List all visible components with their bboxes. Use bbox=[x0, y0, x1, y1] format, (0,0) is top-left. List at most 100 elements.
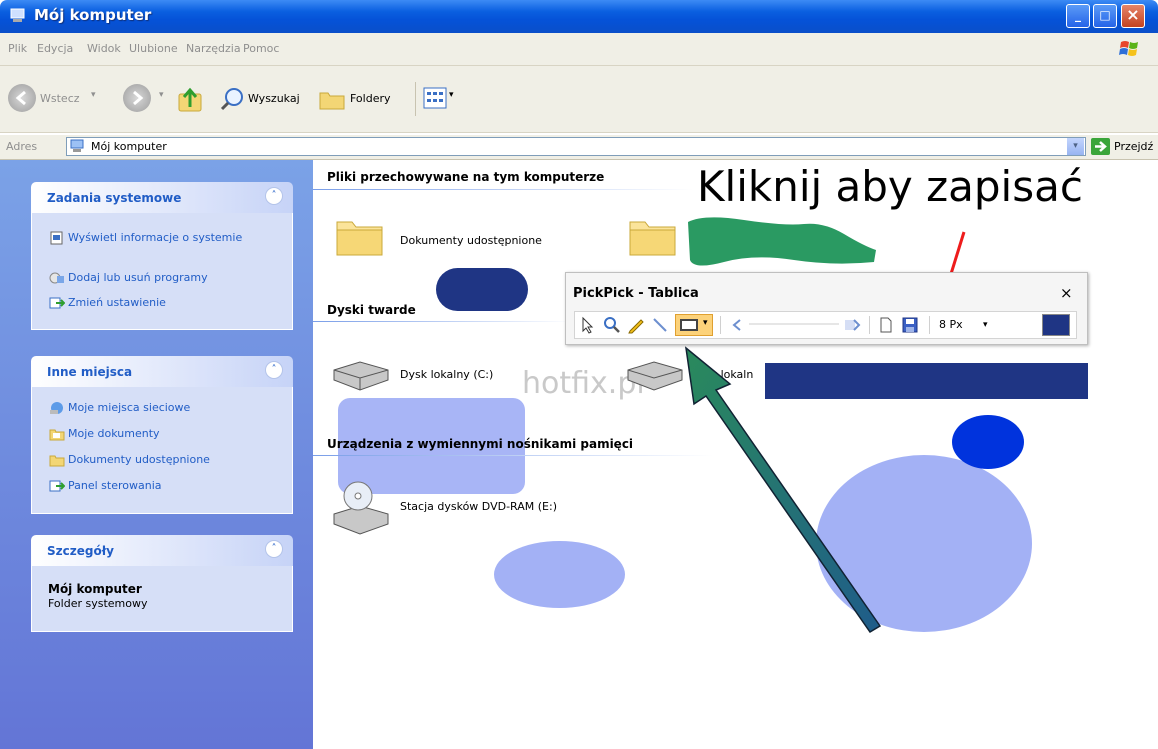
collapse-chevron-icon[interactable]: ˄ bbox=[265, 361, 283, 379]
opacity-slider[interactable] bbox=[749, 323, 839, 325]
system-tasks-body: Wyświetl informacje o systemie Dodaj lub… bbox=[31, 213, 293, 330]
dropdown-icon: ▾ bbox=[983, 320, 988, 330]
pickpick-title: PickPick - Tablica bbox=[573, 286, 699, 301]
collapse-chevron-icon[interactable]: ˄ bbox=[265, 540, 283, 558]
close-button[interactable]: × bbox=[1121, 4, 1145, 28]
system-tasks-header[interactable]: Zadania systemowe ˄ bbox=[31, 182, 293, 213]
address-bar: Adres Mój komputer ▾ Przejdź bbox=[0, 135, 1158, 160]
task-change-setting[interactable]: Zmień ustawienie bbox=[49, 296, 166, 309]
control-panel-icon bbox=[49, 297, 65, 309]
views-icon[interactable] bbox=[423, 86, 447, 110]
color-swatch[interactable] bbox=[1042, 314, 1070, 336]
rectangle-tool-selected[interactable]: ▾ bbox=[675, 314, 713, 336]
group-header-removable: Urządzenia z wymiennymi nośnikami pamięc… bbox=[327, 437, 634, 451]
up-folder-icon[interactable] bbox=[176, 86, 206, 114]
title-bar: Mój komputer _ □ × bbox=[0, 0, 1158, 33]
place-shared-documents[interactable]: Dokumenty udostępnione bbox=[49, 453, 210, 467]
annotation-blue-ellipse bbox=[952, 415, 1024, 469]
toolbar-separator bbox=[415, 82, 416, 116]
details-body: Mój komputer Folder systemowy bbox=[31, 566, 293, 632]
menu-favorites[interactable]: Ulubione bbox=[129, 42, 178, 55]
drive-c-item[interactable]: Dysk lokalny (C:) bbox=[330, 358, 530, 394]
info-icon bbox=[50, 231, 63, 245]
place-my-documents[interactable]: Moje dokumenty bbox=[49, 427, 160, 441]
folder-icon bbox=[336, 221, 383, 256]
group-divider bbox=[313, 455, 713, 456]
control-panel-icon bbox=[49, 480, 65, 492]
pointer-icon[interactable] bbox=[578, 315, 598, 335]
system-tasks-title: Zadania systemowe bbox=[47, 191, 182, 205]
back-arrow-icon[interactable] bbox=[8, 84, 36, 112]
pickpick-close-button[interactable]: × bbox=[1060, 284, 1073, 302]
dvd-drive-item[interactable]: Stacja dysków DVD-RAM (E:) bbox=[330, 478, 630, 542]
tool-separator bbox=[869, 316, 870, 334]
my-documents-icon bbox=[49, 429, 65, 441]
annotation-green-arrow bbox=[684, 346, 882, 634]
maximize-button[interactable]: □ bbox=[1093, 4, 1117, 28]
address-input[interactable]: Mój komputer ▾ bbox=[66, 137, 1086, 156]
minimize-button[interactable]: _ bbox=[1066, 4, 1090, 28]
group-header-stored-files: Pliki przechowywane na tym komputerze bbox=[327, 170, 605, 184]
dvd-drive-icon bbox=[333, 481, 389, 535]
address-dropdown-icon[interactable]: ▾ bbox=[1067, 138, 1084, 155]
forward-dropdown-icon[interactable]: ▾ bbox=[159, 90, 164, 100]
other-places-body: Moje miejsca sieciowe Moje dokumenty Dok… bbox=[31, 387, 293, 514]
network-places-icon bbox=[50, 402, 63, 414]
address-label: Adres bbox=[6, 140, 38, 153]
forward-arrow-icon[interactable] bbox=[123, 84, 151, 112]
pickpick-tools: ▾ 8 Px ▾ bbox=[574, 311, 1077, 339]
place-control-panel[interactable]: Panel sterowania bbox=[49, 479, 162, 492]
back-label[interactable]: Wstecz bbox=[40, 92, 80, 105]
menu-view[interactable]: Widok bbox=[87, 42, 121, 55]
place-network[interactable]: Moje miejsca sieciowe bbox=[50, 401, 190, 414]
menu-file[interactable]: Plik bbox=[8, 42, 27, 55]
window-icon bbox=[10, 8, 25, 22]
task-add-remove[interactable]: Dodaj lub usuń programy bbox=[49, 271, 208, 284]
folder-icon[interactable] bbox=[627, 212, 679, 258]
line-width-select[interactable]: 8 Px ▾ bbox=[939, 315, 995, 335]
menu-tools[interactable]: Narzędzia bbox=[186, 42, 241, 55]
computer-icon bbox=[70, 139, 84, 152]
folders-label[interactable]: Foldery bbox=[350, 92, 391, 105]
callout-text: Kliknij aby zapisać bbox=[697, 162, 1083, 211]
scroll-right-icon[interactable] bbox=[843, 315, 863, 335]
save-icon[interactable] bbox=[900, 315, 920, 335]
redaction-scribble bbox=[688, 217, 876, 266]
add-remove-programs-icon bbox=[49, 272, 64, 284]
go-label[interactable]: Przejdź bbox=[1114, 140, 1153, 153]
menu-edit[interactable]: Edycja bbox=[37, 42, 73, 55]
toolbar: Wstecz ▾ ▾ Wyszukaj Foldery ▾ bbox=[0, 66, 1158, 133]
dropdown-icon: ▾ bbox=[703, 318, 708, 328]
details-name: Mój komputer bbox=[48, 582, 142, 596]
views-dropdown-icon[interactable]: ▾ bbox=[449, 90, 454, 100]
folder-icon bbox=[49, 455, 65, 467]
tool-separator bbox=[929, 316, 930, 334]
address-value: Mój komputer bbox=[91, 140, 167, 153]
collapse-chevron-icon[interactable]: ˄ bbox=[265, 187, 283, 205]
new-file-icon[interactable] bbox=[876, 315, 896, 335]
task-system-info[interactable]: Wyświetl informacje o systemie bbox=[50, 231, 243, 245]
folder-item[interactable]: Dokumenty udostępnione bbox=[334, 210, 554, 260]
hard-drive-icon bbox=[333, 361, 389, 391]
task-pane: Zadania systemowe ˄ Wyświetl informacje … bbox=[0, 160, 313, 749]
menu-bar: Plik Edycja Widok Ulubione Narzędzia Pom… bbox=[0, 33, 1158, 66]
go-icon[interactable] bbox=[1091, 138, 1110, 155]
menu-help[interactable]: Pomoc bbox=[243, 42, 279, 55]
hard-drive-icon bbox=[627, 361, 683, 391]
other-places-title: Inne miejsca bbox=[47, 365, 133, 379]
rectangle-icon bbox=[680, 319, 698, 331]
back-dropdown-icon[interactable]: ▾ bbox=[91, 90, 96, 100]
search-label[interactable]: Wyszukaj bbox=[248, 92, 300, 105]
line-icon[interactable] bbox=[650, 315, 670, 335]
other-places-header[interactable]: Inne miejsca ˄ bbox=[31, 356, 293, 387]
search-icon[interactable] bbox=[220, 86, 246, 112]
window-title: Mój komputer bbox=[34, 6, 152, 24]
scroll-left-icon[interactable] bbox=[727, 315, 747, 335]
zoom-icon[interactable] bbox=[602, 315, 622, 335]
details-title: Szczegóły bbox=[47, 544, 114, 558]
details-header[interactable]: Szczegóły ˄ bbox=[31, 535, 293, 566]
group-divider bbox=[313, 189, 693, 190]
pencil-icon[interactable] bbox=[626, 315, 646, 335]
pickpick-palette: PickPick - Tablica × ▾ 8 Px ▾ bbox=[565, 272, 1088, 345]
folders-icon[interactable] bbox=[318, 87, 346, 111]
